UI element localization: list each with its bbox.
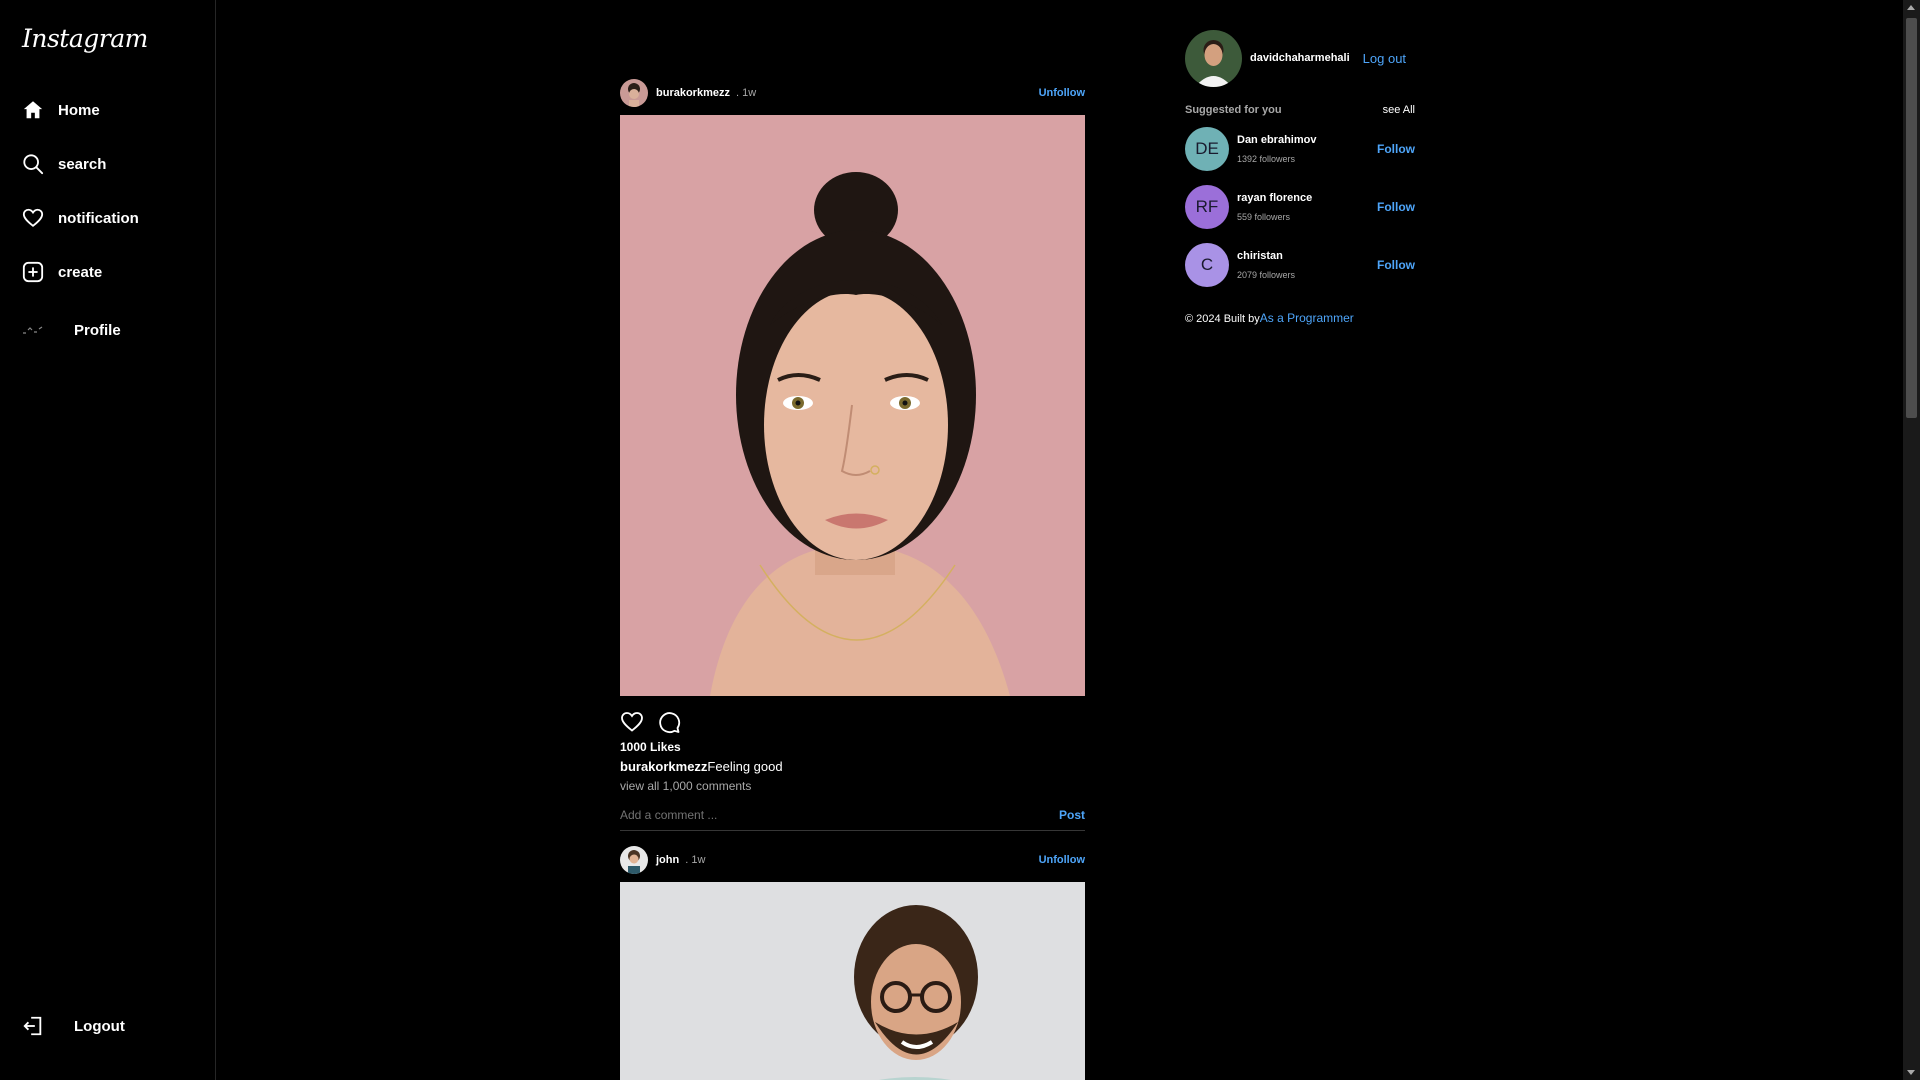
logout-icon: [22, 1015, 44, 1037]
likes-count: 1000 Likes: [620, 740, 681, 754]
comment-input[interactable]: [620, 807, 1020, 822]
comment-bubble-icon[interactable]: [657, 710, 681, 734]
nav-label-create: create: [58, 263, 103, 281]
suggestion-item: RF rayan florence 559 followers Follow: [1185, 183, 1415, 230]
current-user-avatar[interactable]: [1185, 29, 1242, 87]
post-comment-button[interactable]: Post: [1059, 808, 1085, 822]
suggestions-list: DE Dan ebrahimov 1392 followers Follow R…: [1185, 125, 1415, 288]
suggestion-info: Dan ebrahimov 1392 followers: [1237, 134, 1316, 164]
nav-label-home: Home: [58, 101, 100, 119]
follow-button[interactable]: Follow: [1377, 200, 1415, 214]
scroll-down-arrow-icon[interactable]: [1907, 1070, 1915, 1075]
page-scrollbar[interactable]: [1903, 0, 1920, 1080]
suggestion-avatar[interactable]: C: [1185, 242, 1229, 287]
nav-label-logout: Logout: [74, 1017, 125, 1035]
post-actions: [620, 710, 1085, 734]
portrait-photo-man: [620, 882, 1085, 1080]
post-header: john . 1w Unfollow: [620, 845, 1085, 875]
suggestion-followers: 559 followers: [1237, 211, 1291, 222]
profile-avatar-icon: [22, 319, 44, 341]
suggestion-avatar[interactable]: DE: [1185, 126, 1229, 171]
footer: © 2024 Built byAs a Programmer: [1185, 311, 1415, 325]
suggestion-name[interactable]: rayan florence: [1237, 192, 1312, 204]
follow-button[interactable]: Follow: [1377, 142, 1415, 156]
post-header: burakorkmezz . 1w Unfollow: [620, 78, 1085, 108]
nav-item-home[interactable]: Home: [22, 94, 100, 126]
comment-row: Post: [620, 805, 1085, 831]
suggestion-name[interactable]: chiristan: [1237, 250, 1295, 262]
suggestion-info: rayan florence 559 followers: [1237, 192, 1312, 222]
feed: burakorkmezz . 1w Unfollow 1000 Likes bu…: [620, 78, 1085, 1080]
nav-label-search: search: [58, 155, 107, 173]
post: john . 1w Unfollow: [620, 845, 1085, 1080]
sidebar: Instagram Home search notification creat…: [0, 0, 216, 1080]
plus-square-icon: [22, 261, 44, 283]
post-time: . 1w: [735, 87, 757, 99]
suggestions-header: Suggested for you see All: [1185, 104, 1415, 116]
suggestion-followers: 1392 followers: [1237, 153, 1296, 164]
nav-item-notification[interactable]: notification: [22, 202, 139, 234]
post-caption: burakorkmezzFeeling good: [620, 759, 1085, 774]
nav-label-notification: notification: [58, 209, 139, 227]
suggestion-name[interactable]: Dan ebrahimov: [1237, 134, 1316, 146]
post-username[interactable]: burakorkmezz: [656, 87, 730, 99]
home-icon: [22, 99, 44, 121]
unfollow-button[interactable]: Unfollow: [1039, 87, 1085, 99]
footer-copyright: © 2024 Built by: [1185, 313, 1260, 325]
view-comments-link[interactable]: view all 1,000 comments: [620, 779, 1085, 793]
post: burakorkmezz . 1w Unfollow 1000 Likes bu…: [620, 78, 1085, 831]
unfollow-button[interactable]: Unfollow: [1039, 854, 1085, 866]
nav-item-search[interactable]: search: [22, 148, 106, 180]
suggestion-avatar[interactable]: RF: [1185, 184, 1229, 229]
footer-author-link[interactable]: As a Programmer: [1260, 311, 1354, 325]
post-image[interactable]: [620, 882, 1085, 1080]
like-heart-icon[interactable]: [620, 710, 644, 734]
suggestion-item: C chiristan 2079 followers Follow: [1185, 241, 1415, 288]
suggestion-followers: 2079 followers: [1237, 269, 1296, 280]
scroll-up-arrow-icon[interactable]: [1907, 5, 1915, 10]
log-out-link[interactable]: Log out: [1363, 51, 1406, 66]
portrait-photo-woman: [620, 115, 1085, 696]
caption-text: Feeling good: [707, 759, 783, 774]
post-user-avatar[interactable]: [620, 79, 648, 107]
post-username[interactable]: john: [656, 854, 679, 866]
current-user-row: davidchaharmehali Log out: [1185, 29, 1415, 87]
post-image[interactable]: [620, 115, 1085, 696]
nav-item-logout[interactable]: Logout: [22, 1010, 125, 1042]
see-all-link[interactable]: see All: [1383, 104, 1415, 116]
nav-label-profile: Profile: [74, 321, 121, 339]
search-icon: [22, 153, 44, 175]
instagram-logo[interactable]: Instagram: [22, 24, 148, 53]
post-user-avatar[interactable]: [620, 846, 648, 874]
scrollbar-thumb[interactable]: [1906, 18, 1917, 418]
heart-icon: [22, 207, 44, 229]
current-username[interactable]: davidchaharmehali: [1250, 52, 1350, 64]
suggestion-info: chiristan 2079 followers: [1237, 250, 1295, 280]
caption-username[interactable]: burakorkmezz: [620, 759, 707, 774]
suggestion-item: DE Dan ebrahimov 1392 followers Follow: [1185, 125, 1415, 172]
suggestions-title: Suggested for you: [1185, 104, 1282, 116]
nav-item-profile[interactable]: Profile: [22, 314, 121, 346]
post-time: . 1w: [685, 854, 706, 866]
follow-button[interactable]: Follow: [1377, 258, 1415, 272]
nav-item-create[interactable]: create: [22, 256, 102, 288]
right-column: davidchaharmehali Log out Suggested for …: [1185, 29, 1415, 325]
